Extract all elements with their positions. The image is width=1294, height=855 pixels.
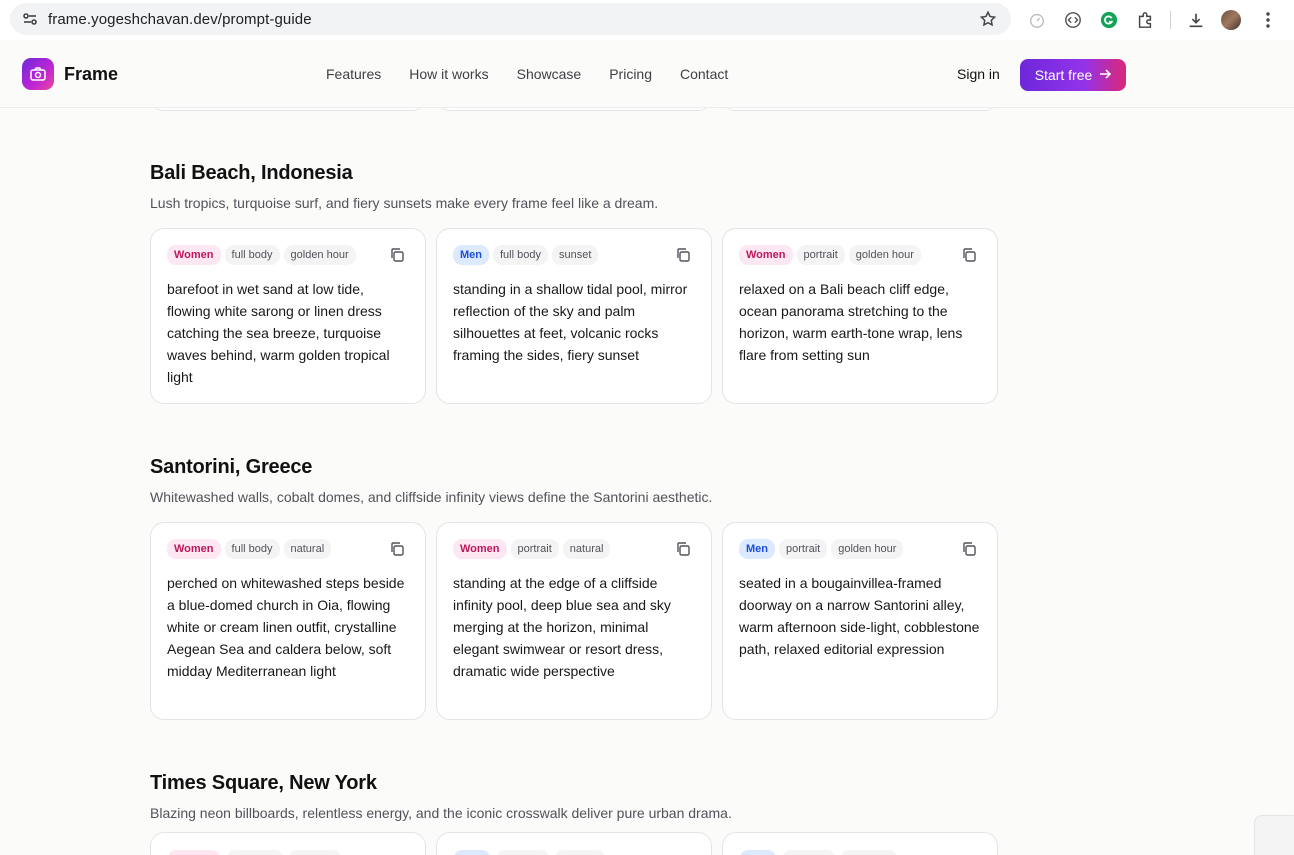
prompt-card[interactable]: Men portrait golden hour seated in a bou… (722, 522, 998, 720)
copy-icon[interactable] (675, 247, 691, 263)
nav-link-contact[interactable]: Contact (680, 66, 728, 82)
prompt-card-partial[interactable] (150, 832, 426, 855)
location-section: Santorini, Greece Whitewashed walls, cob… (150, 456, 998, 720)
sign-in-link[interactable]: Sign in (957, 66, 1000, 82)
tag-lighting: sunset (551, 245, 599, 265)
profile-avatar[interactable] (1221, 10, 1241, 30)
tag-framing: full body (224, 539, 280, 559)
tag-gender-partial (168, 850, 220, 855)
url-text[interactable]: frame.yogeshchavan.dev/prompt-guide (48, 11, 312, 28)
browser-toolbar: frame.yogeshchavan.dev/prompt-guide (0, 0, 1294, 40)
tag-lighting: golden hour (283, 245, 356, 265)
copy-icon[interactable] (961, 541, 977, 557)
arrow-right-icon (1099, 68, 1112, 83)
grammarly-icon[interactable] (1098, 9, 1120, 31)
bookmark-star-icon[interactable] (979, 10, 997, 28)
floating-widget[interactable] (1254, 815, 1294, 855)
brand-name: Frame (64, 63, 119, 84)
prompt-card[interactable]: Women portrait golden hour relaxed on a … (722, 228, 998, 404)
nav-link-how-it-works[interactable]: How it works (409, 66, 488, 82)
prompt-guide-content: Bali Beach, Indonesia Lush tropics, turq… (150, 108, 998, 821)
tag-lighting: natural (562, 539, 611, 559)
address-bar[interactable]: frame.yogeshchavan.dev/prompt-guide (10, 3, 1011, 35)
tag-partial (841, 850, 897, 855)
prompt-text: barefoot in wet sand at low tide, flowin… (167, 281, 390, 385)
tag-gender: Men (739, 539, 775, 559)
more-menu-icon[interactable] (1257, 9, 1279, 31)
prompt-card-row: Women full body golden hour barefoot in … (150, 228, 998, 404)
copy-icon[interactable] (389, 247, 405, 263)
tag-list: Women portrait golden hour (739, 245, 981, 265)
main-nav: Features How it works Showcase Pricing C… (326, 66, 756, 82)
tag-gender: Women (739, 245, 793, 265)
start-free-label: Start free (1034, 67, 1093, 83)
prompt-text: standing at the edge of a cliffside infi… (453, 575, 671, 679)
tag-gender: Women (453, 539, 507, 559)
tag-list: Women portrait natural (453, 539, 695, 559)
toolbar-divider (1170, 11, 1171, 29)
tag-list: Men portrait golden hour (739, 539, 981, 559)
prompt-card-partial[interactable] (722, 832, 998, 855)
browser-extension-icons (1026, 8, 1293, 32)
brand-logo[interactable]: Frame (22, 58, 118, 90)
copy-icon[interactable] (389, 541, 405, 557)
tag-list: Men full body sunset (453, 245, 695, 265)
tag-framing: portrait (779, 539, 828, 559)
tag-partial (555, 850, 605, 855)
tag-lighting: golden hour (831, 539, 904, 559)
prompt-text: standing in a shallow tidal pool, mirror… (453, 281, 688, 363)
prompt-text: relaxed on a Bali beach cliff edge, ocea… (739, 281, 963, 363)
section-title: Bali Beach, Indonesia (150, 162, 353, 184)
tag-partial (289, 850, 341, 855)
nav-link-pricing[interactable]: Pricing (609, 66, 652, 82)
tag-gender-partial (454, 850, 490, 855)
tag-gender-partial (740, 850, 776, 855)
tag-framing: portrait (796, 245, 845, 265)
prompt-text: perched on whitewashed steps beside a bl… (167, 575, 405, 679)
site-header: Frame Features How it works Showcase Pri… (0, 40, 1294, 108)
location-section: Times Square, New York Blazing neon bill… (150, 772, 998, 821)
extension-timer-icon[interactable] (1026, 9, 1048, 31)
downloads-icon[interactable] (1185, 9, 1207, 31)
tag-partial (227, 850, 283, 855)
tag-list: Women full body natural (167, 539, 409, 559)
extension-code-icon[interactable] (1062, 9, 1084, 31)
section-subtitle: Blazing neon billboards, relentless ener… (150, 805, 732, 821)
prompt-card-row: Women full body natural perched on white… (150, 522, 998, 720)
section-title: Times Square, New York (150, 772, 377, 794)
tag-gender: Men (453, 245, 489, 265)
start-free-button[interactable]: Start free (1020, 59, 1126, 91)
section-title: Santorini, Greece (150, 456, 313, 478)
prompt-card-partial[interactable] (436, 832, 712, 855)
site-info-icon[interactable] (14, 3, 46, 35)
section-subtitle: Lush tropics, turquoise surf, and fiery … (150, 195, 659, 211)
prompt-card[interactable]: Women full body golden hour barefoot in … (150, 228, 426, 404)
prompt-text: seated in a bougainvillea-framed doorway… (739, 575, 980, 657)
nav-link-features[interactable]: Features (326, 66, 381, 82)
tag-partial (783, 850, 835, 855)
tag-lighting: golden hour (848, 245, 921, 265)
camera-logo-icon (22, 58, 54, 90)
section-subtitle: Whitewashed walls, cobalt domes, and cli… (150, 489, 713, 505)
tag-framing: full body (493, 245, 548, 265)
location-section: Bali Beach, Indonesia Lush tropics, turq… (150, 162, 998, 404)
prompt-card[interactable]: Men full body sunset standing in a shall… (436, 228, 712, 404)
tag-framing: full body (224, 245, 280, 265)
tag-list: Women full body golden hour (167, 245, 409, 265)
copy-icon[interactable] (961, 247, 977, 263)
prompt-card[interactable]: Women portrait natural standing at the e… (436, 522, 712, 720)
prompt-card[interactable]: Women full body natural perched on white… (150, 522, 426, 720)
tag-lighting: natural (283, 539, 332, 559)
tag-gender: Women (167, 245, 221, 265)
tag-framing: portrait (510, 539, 559, 559)
tag-partial (497, 850, 549, 855)
nav-link-showcase[interactable]: Showcase (517, 66, 582, 82)
extensions-puzzle-icon[interactable] (1134, 9, 1156, 31)
copy-icon[interactable] (675, 541, 691, 557)
tag-gender: Women (167, 539, 221, 559)
